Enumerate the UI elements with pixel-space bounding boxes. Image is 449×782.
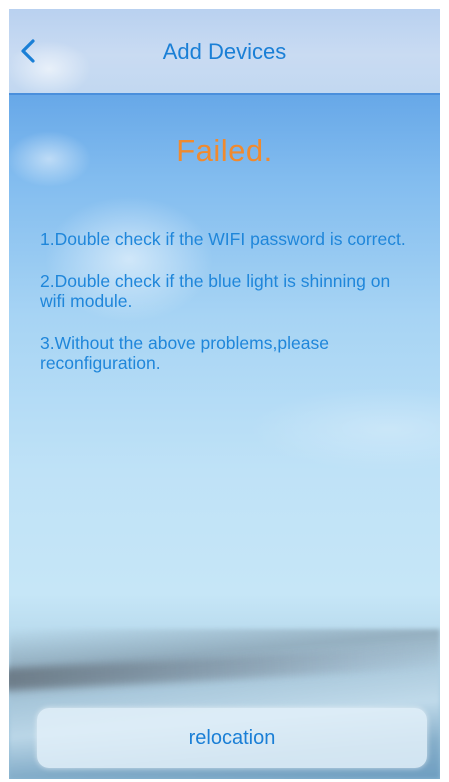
relocation-button[interactable]: relocation	[37, 708, 427, 768]
app-screen: Add Devices Failed. 1.Double check if th…	[9, 9, 440, 779]
status-message: Failed.	[176, 133, 273, 168]
tip-item: 3.Without the above problems,please reco…	[40, 333, 329, 373]
nav-header: Add Devices	[9, 9, 440, 95]
troubleshoot-tips: 1.Double check if the WIFI password is c…	[40, 229, 420, 395]
tip-item: 1.Double check if the WIFI password is c…	[40, 229, 406, 249]
tip-item: 2.Double check if the blue light is shin…	[40, 271, 391, 311]
page-title: Add Devices	[162, 39, 287, 64]
relocation-label: relocation	[188, 726, 276, 749]
